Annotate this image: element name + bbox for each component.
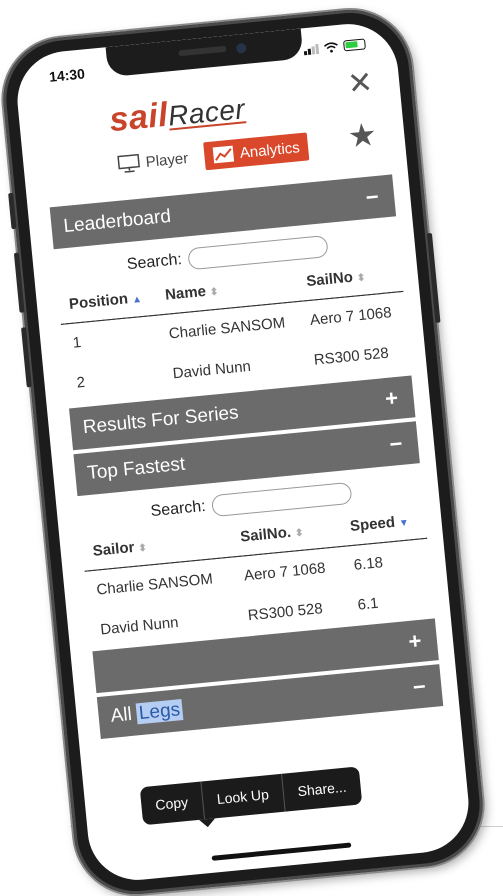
status-icons [303,38,366,56]
legs-title: All Legs [109,699,184,728]
star-icon[interactable]: ★ [345,116,380,155]
signal-icon [303,43,320,56]
view-tabs: Player Analytics [109,132,309,179]
close-icon[interactable]: ✕ [344,66,377,101]
collapse-icon[interactable]: − [408,673,430,701]
column-sailno-label: SailNo [305,268,354,291]
sort-asc-icon: ▲ [131,294,143,306]
sort-desc-icon: ▼ [398,517,410,530]
leaderboard-title: Leaderboard [62,205,172,238]
tab-analytics-label: Analytics [239,138,301,162]
phone-screen: 14:30 ✕ sailRacer ★ Player Analytics Lea… [13,19,473,885]
expand-icon[interactable]: + [380,385,402,413]
monitor-icon [117,153,140,173]
chart-icon [212,145,234,164]
status-time: 14:30 [48,65,86,85]
column-position-label: Position [68,290,129,313]
selected-text[interactable]: Legs [136,699,184,725]
results-title: Results For Series [81,402,240,439]
share-menu-item[interactable]: Share... [282,766,362,811]
column-sailor-label: Sailor [92,538,136,560]
fastest-title: Top Fastest [86,453,187,484]
tab-player-label: Player [144,149,189,171]
copy-menu-item[interactable]: Copy [139,781,205,826]
home-indicator[interactable] [211,842,352,861]
column-name-label: Name [164,282,207,304]
column-sailno-label: SailNo. [239,523,292,546]
wifi-icon [323,42,338,53]
sort-icon: ⬍ [294,527,304,540]
front-camera [235,42,247,54]
text-selection-menu: Copy Look Up Share... [139,766,363,826]
tab-analytics[interactable]: Analytics [202,132,309,171]
logo-accent: Racer [166,93,247,132]
collapse-icon[interactable]: − [361,184,383,212]
leaderboard-search-label: Search: [126,251,183,274]
cell-position: 2 [75,373,86,392]
fastest-search-label: Search: [149,497,207,521]
legs-title-prefix: All [109,703,139,727]
collapse-icon[interactable]: − [385,430,407,458]
main-content: Leaderboard − Search: Position ▲ Name ⬍ Sa… [49,170,444,739]
lookup-menu-item[interactable]: Look Up [201,773,286,820]
sort-icon: ⬍ [356,272,366,285]
battery-icon [343,38,366,52]
expand-icon[interactable]: + [404,627,426,655]
stage: 14:30 ✕ sailRacer ★ Player Analytics Lea… [0,0,503,896]
column-speed-label: Speed [349,513,396,536]
fastest-search-input[interactable] [210,481,353,518]
sort-icon: ⬍ [209,286,219,299]
sort-icon: ⬍ [137,542,148,555]
leaderboard-search-input[interactable] [186,235,329,271]
phone-mockup: 14:30 ✕ sailRacer ★ Player Analytics Lea… [0,4,489,896]
speaker-grille [178,45,227,57]
cell-sailno: RS300 528 [313,344,390,369]
tab-player[interactable]: Player [109,143,198,179]
logo-main: sail [107,95,170,140]
sailracer-logo: sailRacer [108,88,247,140]
